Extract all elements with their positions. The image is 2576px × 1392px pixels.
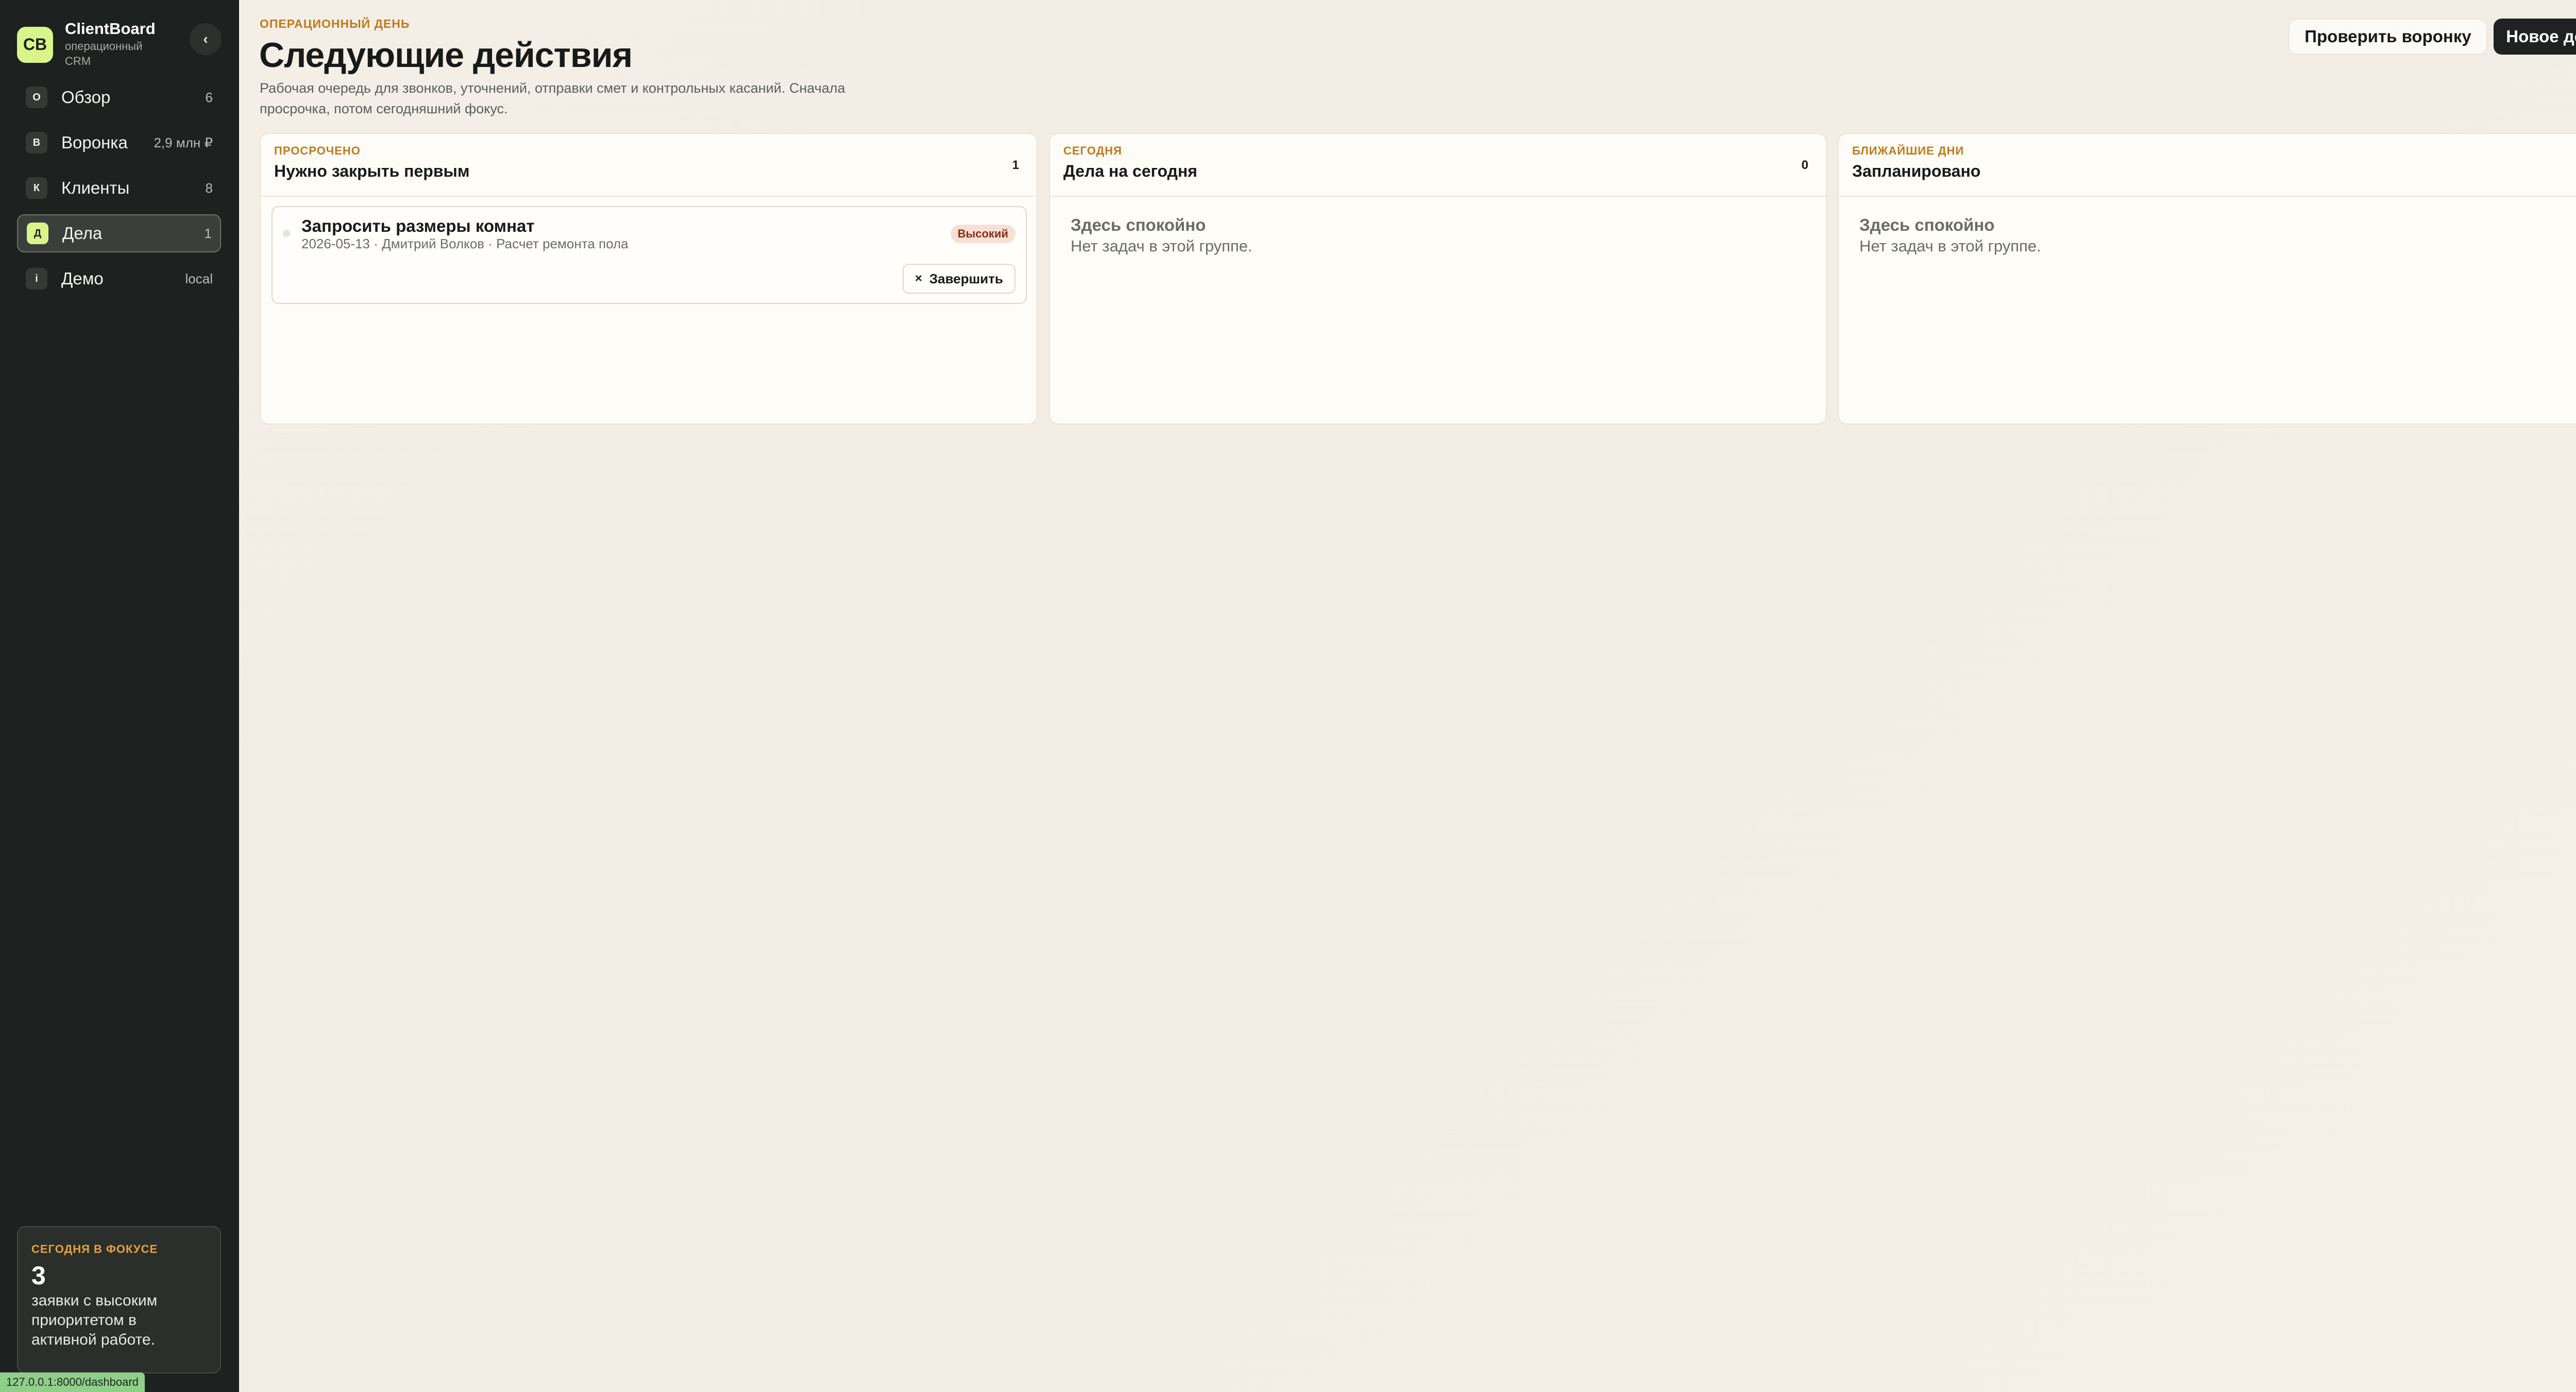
close-icon: × bbox=[914, 271, 922, 285]
status-dot-icon bbox=[283, 230, 290, 237]
sidebar-item-label: Обзор bbox=[61, 88, 111, 107]
sidebar-item-count: 6 bbox=[205, 89, 213, 105]
page-title: Следующие действия bbox=[259, 36, 633, 75]
sidebar-item-count: local bbox=[185, 270, 213, 286]
sidebar-nav: О Обзор 6 В Воронка 2,9 млн ₽ К Клиенты … bbox=[17, 78, 221, 305]
sidebar-item-label: Дела bbox=[62, 224, 103, 243]
empty-state-title: Здесь спокойно bbox=[1071, 215, 1206, 234]
brand-subtitle: операционный CRM bbox=[65, 40, 143, 67]
collapse-sidebar-button[interactable]: ‹ bbox=[190, 23, 222, 55]
sidebar-item-tasks[interactable]: Д Дела 1 bbox=[17, 214, 221, 252]
sidebar-item-clients[interactable]: К Клиенты 8 bbox=[17, 169, 221, 207]
focus-title: СЕГОДНЯ В ФОКУСЕ bbox=[31, 1243, 158, 1255]
focus-description: заявки с высоким приоритетом в активной … bbox=[31, 1292, 158, 1348]
sidebar-item-label: Демо bbox=[61, 269, 104, 288]
sidebar-item-funnel[interactable]: В Воронка 2,9 млн ₽ bbox=[17, 124, 221, 162]
column-upcoming: БЛИЖАЙШИЕ ДНИ Запланировано 0 Здесь спок… bbox=[1838, 133, 2576, 425]
column-today: СЕГОДНЯ Дела на сегодня 0 Здесь спокойно… bbox=[1049, 133, 1827, 425]
sidebar: CB ClientBoard операционный CRM ‹ О Обзо… bbox=[0, 0, 239, 1392]
chevron-left-icon: ‹ bbox=[203, 31, 208, 47]
focus-value: 3 bbox=[31, 1261, 46, 1290]
column-title: Нужно закрыть первым bbox=[274, 162, 470, 180]
column-eyebrow: БЛИЖАЙШИЕ ДНИ bbox=[1852, 144, 1964, 157]
brand[interactable]: CB ClientBoard операционный CRM bbox=[17, 21, 168, 69]
column-title: Дела на сегодня bbox=[1063, 162, 1197, 180]
column-overdue: ПРОСРОЧЕНО Нужно закрыть первым 1 Запрос… bbox=[260, 133, 1038, 425]
brand-name: ClientBoard bbox=[65, 20, 156, 38]
column-header: БЛИЖАЙШИЕ ДНИ Запланировано 0 bbox=[1839, 134, 2576, 197]
sidebar-item-label: Воронка bbox=[61, 133, 128, 152]
page-eyebrow: ОПЕРАЦИОННЫЙ ДЕНЬ bbox=[260, 17, 410, 30]
empty-state-description: Нет задач в этой группе. bbox=[1071, 237, 1252, 255]
column-header: СЕГОДНЯ Дела на сегодня 0 bbox=[1050, 134, 1826, 197]
check-funnel-button[interactable]: Проверить воронку bbox=[2289, 19, 2487, 55]
nav-badge-icon: В bbox=[26, 132, 47, 154]
column-header: ПРОСРОЧЕНО Нужно закрыть первым 1 bbox=[261, 134, 1037, 197]
sidebar-item-label: Клиенты bbox=[61, 178, 130, 197]
empty-state-title: Здесь спокойно bbox=[1859, 215, 1995, 234]
task-title: Запросить размеры комнат bbox=[301, 216, 535, 235]
sidebar-item-overview[interactable]: О Обзор 6 bbox=[17, 78, 221, 116]
column-title: Запланировано bbox=[1852, 162, 1981, 180]
status-url: 127.0.0.1:8000/dashboard bbox=[0, 1372, 145, 1392]
empty-state-description: Нет задач в этой группе. bbox=[1859, 237, 2041, 255]
empty-state: Здесь спокойно Нет задач в этой группе. bbox=[1859, 215, 2041, 256]
column-count: 0 bbox=[1801, 158, 1808, 172]
column-eyebrow: СЕГОДНЯ bbox=[1063, 144, 1122, 157]
column-count: 1 bbox=[1012, 158, 1019, 172]
new-task-button[interactable]: Новое дело bbox=[2494, 19, 2576, 55]
complete-task-button[interactable]: × Завершить bbox=[902, 264, 1015, 294]
sidebar-item-count: 8 bbox=[205, 180, 213, 196]
nav-badge-icon: Д bbox=[27, 223, 48, 244]
sidebar-item-count: 2,9 млн ₽ bbox=[154, 134, 213, 150]
info-icon: i bbox=[26, 268, 47, 290]
nav-badge-icon: К bbox=[26, 177, 47, 199]
complete-task-label: Завершить bbox=[929, 270, 1003, 286]
page-description: Рабочая очередь для звонков, уточнений, … bbox=[260, 80, 845, 116]
column-eyebrow: ПРОСРОЧЕНО bbox=[274, 144, 361, 157]
sidebar-item-demo[interactable]: i Демо local bbox=[17, 260, 221, 298]
empty-state: Здесь спокойно Нет задач в этой группе. bbox=[1071, 215, 1252, 256]
task-meta: 2026-05-13 · Дмитрий Волков · Расчет рем… bbox=[301, 236, 629, 251]
nav-badge-icon: О bbox=[26, 87, 47, 108]
sidebar-item-count: 1 bbox=[204, 225, 212, 241]
brand-logo: CB bbox=[17, 26, 53, 63]
task-card[interactable]: Запросить размеры комнат 2026-05-13 · Дм… bbox=[272, 206, 1027, 304]
priority-badge: Высокий bbox=[950, 225, 1015, 243]
focus-card: СЕГОДНЯ В ФОКУСЕ 3 заявки с высоким прио… bbox=[17, 1226, 221, 1373]
